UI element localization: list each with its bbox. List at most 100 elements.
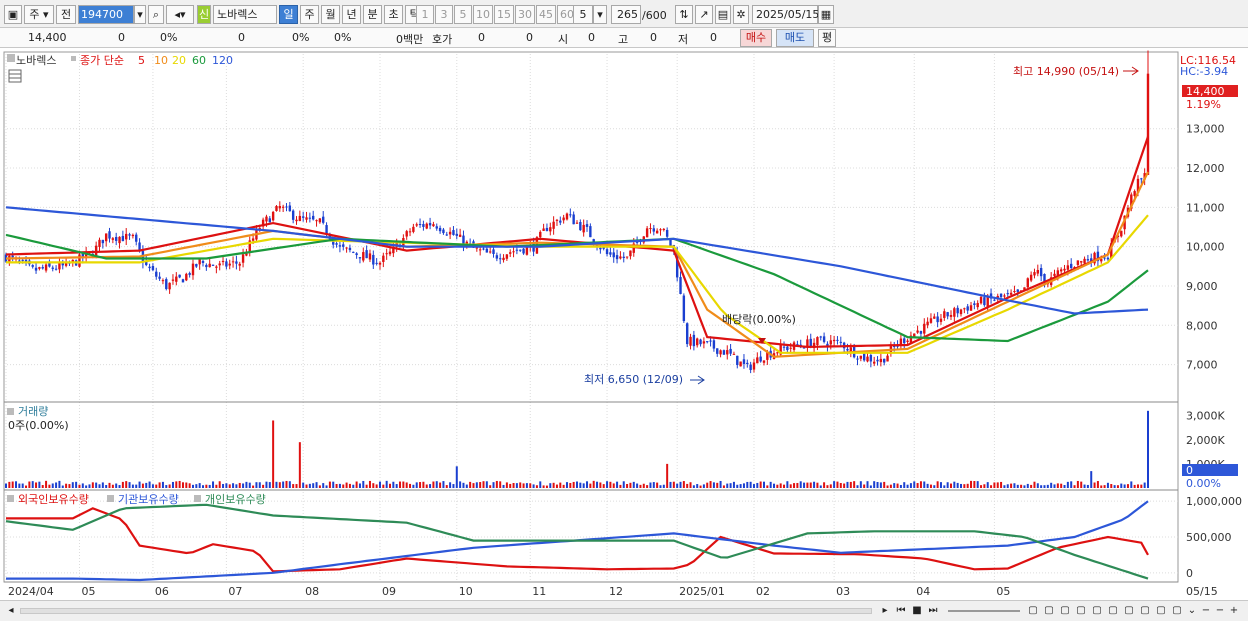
candle-body <box>125 233 128 240</box>
window-icon[interactable]: ▣ <box>4 5 22 24</box>
volume-bar <box>195 484 198 488</box>
count-input[interactable]: 265 <box>611 5 641 24</box>
view-icon-5[interactable]: ▢ <box>1090 604 1104 619</box>
interval-button-3[interactable]: 3 <box>435 5 453 24</box>
volume-bar <box>148 481 151 488</box>
view-icon-9[interactable]: ▢ <box>1154 604 1168 619</box>
period-button-2[interactable]: 월 <box>321 5 340 24</box>
candle-body <box>288 205 292 212</box>
volume-bar <box>38 481 41 488</box>
volume-bar <box>48 484 51 488</box>
volume-bar <box>1140 484 1143 488</box>
candle-body <box>51 267 54 269</box>
view-icon-8[interactable]: ▢ <box>1138 604 1152 619</box>
time-tick-label: 03 <box>836 585 850 598</box>
candle-body <box>131 234 135 237</box>
interval-button-5[interactable]: 5 <box>454 5 472 24</box>
period-type-value: 주 <box>29 8 40 21</box>
stock-name-label[interactable]: 노바렉스 <box>213 5 277 24</box>
interval-button-45[interactable]: 45 <box>536 5 556 24</box>
next-icon[interactable]: ⏭ <box>926 604 940 619</box>
volume-bar <box>502 484 505 488</box>
volume-bar <box>58 480 61 488</box>
ma-period-10: 10 <box>154 54 168 67</box>
draw-tool-icon[interactable]: ↗ <box>695 5 713 24</box>
search-icon[interactable]: ⌕ <box>148 5 164 24</box>
period-button-0[interactable]: 일 <box>279 5 298 24</box>
horizontal-scrollbar[interactable] <box>20 608 872 614</box>
view-icon-7[interactable]: ▢ <box>1122 604 1136 619</box>
candle-body <box>609 252 612 255</box>
scroll-left-icon[interactable]: ◂ <box>4 604 18 619</box>
current-price-tag: 14,400 <box>1186 85 1225 98</box>
candle-body <box>786 346 789 351</box>
interval-button-30[interactable]: 30 <box>515 5 535 24</box>
view-icon-4[interactable]: ▢ <box>1074 604 1088 619</box>
candle-body <box>946 312 949 317</box>
volume-bar <box>378 481 381 488</box>
period-button-3[interactable]: 년 <box>342 5 361 24</box>
period-button-1[interactable]: 주 <box>300 5 319 24</box>
volume-bar <box>946 482 949 488</box>
candle-body <box>265 216 268 222</box>
volume-bar <box>592 480 595 488</box>
interval-button-15[interactable]: 15 <box>494 5 514 24</box>
candle-body <box>1013 291 1016 293</box>
period-button-4[interactable]: 분 <box>363 5 382 24</box>
avg-button[interactable]: 평 <box>818 29 836 47</box>
stop-icon[interactable]: ■ <box>910 604 924 619</box>
sell-button[interactable]: 매도 <box>776 29 814 47</box>
volume-bar <box>632 481 635 488</box>
interval-dropdown-icon[interactable]: ▾ <box>593 5 607 24</box>
buy-button[interactable]: 매수 <box>740 29 772 47</box>
stock-chart[interactable]: 7,000 8,000 9,000 10,000 11,000 12,000 13,000 1… <box>0 50 1248 600</box>
volume-bar <box>779 483 782 488</box>
code-dropdown-icon[interactable]: ▾ <box>134 5 146 24</box>
volume-bar <box>879 482 882 488</box>
candle-body <box>903 338 906 344</box>
candle-body <box>1053 273 1056 276</box>
candle-body <box>41 267 44 269</box>
interval-value[interactable]: 5 <box>573 5 593 24</box>
indicator-icon[interactable]: ⇅ <box>675 5 693 24</box>
prev-button[interactable]: 전 <box>56 5 76 24</box>
candle-body <box>933 316 936 319</box>
first-icon[interactable]: ⏮ <box>894 604 908 619</box>
collapse-icon[interactable]: ⌄ <box>1186 604 1198 619</box>
scroll-right-icon[interactable]: ▸ <box>878 604 892 619</box>
interval-button-1[interactable]: 1 <box>416 5 434 24</box>
volume-bar <box>699 485 702 488</box>
view-icon-6[interactable]: ▢ <box>1106 604 1120 619</box>
period-button-5[interactable]: 초 <box>384 5 403 24</box>
volume-bar <box>579 482 582 488</box>
speaker-icon[interactable]: ◂▾ <box>166 5 194 24</box>
volume-bar <box>886 485 889 488</box>
volume-bar <box>913 481 916 488</box>
stock-code-input[interactable]: 194700 <box>78 5 134 24</box>
zoom-slider[interactable] <box>948 610 1020 612</box>
candle-body <box>378 262 382 265</box>
candle-body <box>128 234 131 236</box>
gear-icon[interactable]: ✲ <box>733 5 749 24</box>
table-icon[interactable] <box>8 69 22 83</box>
volume-bar <box>726 483 729 488</box>
high-label: 고 <box>618 33 629 46</box>
view-icon-10[interactable]: ▢ <box>1170 604 1184 619</box>
volume-bar <box>135 484 138 488</box>
period-type-select[interactable]: 주 ▾ <box>24 5 54 24</box>
zoom-out-icon[interactable]: − <box>1200 604 1212 619</box>
candle-body <box>198 259 201 265</box>
view-icon-2[interactable]: ▢ <box>1042 604 1056 619</box>
volume-tick-label: 3,000K <box>1186 410 1225 423</box>
volume-bar <box>606 481 609 488</box>
view-icon-1[interactable]: ▢ <box>1026 604 1040 619</box>
calendar-icon[interactable]: ▦ <box>818 5 834 24</box>
interval-button-10[interactable]: 10 <box>473 5 493 24</box>
zoom-out-icon-2[interactable]: − <box>1214 604 1226 619</box>
candle-body <box>963 308 966 310</box>
save-icon[interactable]: ▤ <box>715 5 731 24</box>
view-icon-3[interactable]: ▢ <box>1058 604 1072 619</box>
candle-body <box>1086 259 1090 261</box>
zoom-in-icon[interactable]: + <box>1228 604 1240 619</box>
date-input[interactable]: 2025/05/15 <box>752 5 819 24</box>
